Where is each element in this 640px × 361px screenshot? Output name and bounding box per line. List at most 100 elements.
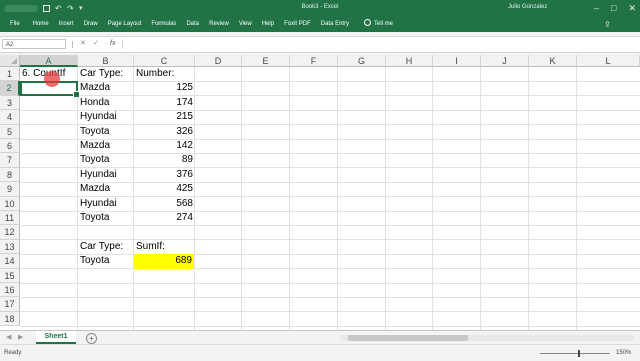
cell-c1[interactable]: Number: bbox=[134, 67, 195, 81]
row-header-15[interactable]: 15 bbox=[0, 268, 20, 283]
tab-help[interactable]: Help bbox=[257, 17, 279, 32]
select-all-button[interactable] bbox=[0, 55, 20, 67]
gridline bbox=[528, 67, 529, 330]
zoom-level[interactable]: 150% bbox=[616, 347, 631, 359]
gridline bbox=[576, 67, 577, 330]
cell-c7[interactable]: 89 bbox=[134, 153, 195, 167]
cell-b13[interactable]: Car Type: bbox=[78, 240, 134, 254]
row-header-16[interactable]: 16 bbox=[0, 283, 20, 298]
tab-data[interactable]: Data bbox=[181, 17, 204, 32]
cell-b6[interactable]: Mazda bbox=[78, 139, 134, 153]
status-text: Ready bbox=[4, 350, 22, 356]
prev-sheet-icon[interactable]: ◀ bbox=[6, 333, 11, 343]
cell-b2[interactable]: Mazda bbox=[78, 81, 134, 95]
cell-c8[interactable]: 376 bbox=[134, 168, 195, 182]
cell-b14[interactable]: Toyota bbox=[78, 254, 134, 268]
cell-c11[interactable]: 274 bbox=[134, 211, 195, 225]
cell-c6[interactable]: 142 bbox=[134, 139, 195, 153]
formula-input[interactable] bbox=[122, 39, 633, 49]
row-header-9[interactable]: 9 bbox=[0, 182, 20, 197]
row-header-2[interactable]: 2 bbox=[0, 81, 20, 96]
cell-b11[interactable]: Toyota bbox=[78, 211, 134, 225]
cell-b8[interactable]: Hyundai bbox=[78, 168, 134, 182]
horizontal-scrollbar[interactable] bbox=[340, 335, 634, 341]
row-header-17[interactable]: 17 bbox=[0, 297, 20, 312]
name-box[interactable]: A2 bbox=[2, 39, 66, 49]
gridline bbox=[480, 67, 481, 330]
cell-c9[interactable]: 425 bbox=[134, 182, 195, 196]
sheet-tab-sheet1[interactable]: Sheet1 bbox=[36, 331, 76, 344]
column-header-h[interactable]: H bbox=[386, 55, 433, 67]
tab-review[interactable]: Review bbox=[204, 17, 234, 32]
add-sheet-button[interactable]: + bbox=[86, 333, 97, 344]
cell-b9[interactable]: Mazda bbox=[78, 182, 134, 196]
tab-page-layout[interactable]: Page Layout bbox=[103, 17, 147, 32]
minimize-button[interactable]: – bbox=[594, 1, 599, 15]
tab-insert[interactable]: Insert bbox=[54, 17, 79, 32]
cell-c14[interactable]: 689 bbox=[134, 254, 194, 269]
row-header-13[interactable]: 13 bbox=[0, 239, 20, 255]
cell-area[interactable]: 6. CountIf Car Type: Number: Mazda 125 H… bbox=[20, 67, 640, 330]
tab-foxit-pdf[interactable]: Foxit PDF bbox=[279, 17, 316, 32]
column-header-g[interactable]: G bbox=[338, 55, 386, 67]
tab-file[interactable]: File bbox=[6, 17, 28, 32]
tell-me-search[interactable]: Tell me bbox=[364, 17, 393, 32]
scrollbar-thumb[interactable] bbox=[348, 335, 468, 341]
row-header-4[interactable]: 4 bbox=[0, 110, 20, 125]
tab-view[interactable]: View bbox=[234, 17, 257, 32]
column-header-f[interactable]: F bbox=[290, 55, 338, 67]
share-icon[interactable]: ⇪ bbox=[604, 17, 611, 32]
row-header-11[interactable]: 11 bbox=[0, 211, 20, 226]
tab-home[interactable]: Home bbox=[28, 17, 54, 32]
cell-b7[interactable]: Toyota bbox=[78, 153, 134, 167]
row-header-7[interactable]: 7 bbox=[0, 153, 20, 168]
cell-c13[interactable]: SumIf: bbox=[134, 240, 195, 254]
tab-formulas[interactable]: Formulas bbox=[146, 17, 181, 32]
column-header-j[interactable]: J bbox=[481, 55, 529, 67]
ribbon-tabs: File Home Insert Draw Page Layout Formul… bbox=[0, 17, 640, 32]
row-header-8[interactable]: 8 bbox=[0, 167, 20, 183]
cell-c5[interactable]: 326 bbox=[134, 125, 195, 139]
cell-c4[interactable]: 215 bbox=[134, 110, 195, 124]
cell-b5[interactable]: Toyota bbox=[78, 125, 134, 139]
row-header-10[interactable]: 10 bbox=[0, 196, 20, 211]
cell-b3[interactable]: Honda bbox=[78, 96, 134, 110]
column-header-b[interactable]: B bbox=[78, 55, 134, 67]
maximize-button[interactable]: □ bbox=[611, 1, 616, 15]
row-header-14[interactable]: 14 bbox=[0, 254, 20, 269]
spreadsheet-grid[interactable]: A B C D E F G H I J K L 1 2 3 4 5 6 7 8 … bbox=[0, 55, 640, 330]
column-header-e[interactable]: E bbox=[242, 55, 290, 67]
cell-c2[interactable]: 125 bbox=[134, 81, 195, 95]
column-header-d[interactable]: D bbox=[195, 55, 242, 67]
cell-b1[interactable]: Car Type: bbox=[78, 67, 134, 81]
cancel-icon[interactable]: ✕ bbox=[80, 39, 86, 49]
close-button[interactable]: ✕ bbox=[628, 1, 636, 15]
cell-c3[interactable]: 174 bbox=[134, 96, 195, 110]
row-header-5[interactable]: 5 bbox=[0, 124, 20, 139]
cell-c10[interactable]: 568 bbox=[134, 197, 195, 211]
next-sheet-icon[interactable]: ▶ bbox=[18, 333, 23, 343]
cursor-click-indicator bbox=[44, 71, 60, 87]
row-header-18[interactable]: 18 bbox=[0, 311, 20, 327]
row-header-6[interactable]: 6 bbox=[0, 139, 20, 154]
column-header-c[interactable]: C bbox=[134, 55, 195, 67]
column-header-k[interactable]: K bbox=[529, 55, 577, 67]
column-header-i[interactable]: I bbox=[433, 55, 481, 67]
column-header-a[interactable]: A bbox=[20, 55, 78, 67]
column-header-l[interactable]: L bbox=[577, 55, 640, 67]
tab-data-entry[interactable]: Data Entry bbox=[316, 17, 354, 32]
zoom-slider-knob[interactable] bbox=[578, 350, 580, 357]
cell-b10[interactable]: Hyundai bbox=[78, 197, 134, 211]
gridline bbox=[20, 311, 640, 313]
enter-icon[interactable]: ✓ bbox=[93, 39, 99, 49]
row-header-12[interactable]: 12 bbox=[0, 225, 20, 240]
gridline bbox=[337, 67, 338, 330]
cell-b4[interactable]: Hyundai bbox=[78, 110, 134, 124]
row-header-3[interactable]: 3 bbox=[0, 95, 20, 111]
tab-draw[interactable]: Draw bbox=[79, 17, 103, 32]
zoom-slider[interactable] bbox=[540, 350, 610, 357]
gridline bbox=[20, 282, 640, 284]
insert-function-icon[interactable]: fx bbox=[110, 39, 115, 49]
user-name[interactable]: Julio Gonzalez bbox=[508, 4, 547, 10]
row-header-1[interactable]: 1 bbox=[0, 67, 20, 82]
